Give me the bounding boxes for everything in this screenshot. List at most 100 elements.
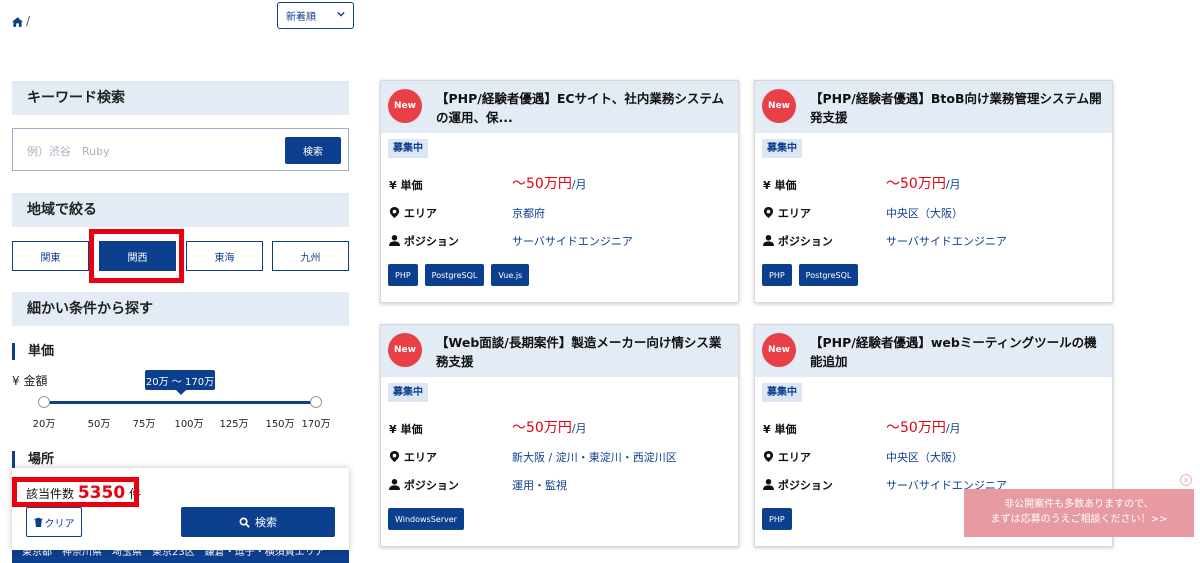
price-label-text: 単価 — [774, 179, 797, 192]
keyword-search-box: 例）渋谷 Ruby 検索 — [12, 128, 349, 171]
price-range-min-handle[interactable] — [38, 396, 50, 408]
job-card-header: New 【PHP/経験者優遇】webミーティングツールの機能追加 — [755, 325, 1112, 377]
map-pin-icon — [389, 207, 400, 218]
range-tick: 100万 — [174, 419, 204, 430]
status-badge: 募集中 — [388, 139, 428, 158]
range-tick: 75万 — [132, 419, 156, 430]
price-label: ¥ 単価 — [763, 421, 797, 437]
new-badge: New — [762, 333, 796, 367]
skill-tag[interactable]: PostgreSQL — [798, 264, 859, 286]
location-heading: 場所 — [12, 451, 54, 468]
range-tick: 50万 — [87, 419, 111, 430]
map-pin-icon — [389, 451, 400, 462]
skill-tag[interactable]: PHP — [762, 508, 792, 530]
job-price-unit: /月 — [571, 422, 587, 435]
price-label-text: 単価 — [400, 423, 423, 436]
promo-line2: まずは応募のうえご相談ください！>> — [990, 514, 1168, 525]
status-badge: 募集中 — [762, 139, 802, 158]
job-card-title[interactable]: 【PHP/経験者優遇】ECサイト、社内業務システムの運用、保... — [436, 89, 731, 127]
job-card-header: New 【PHP/経験者優遇】ECサイト、社内業務システムの運用、保... — [381, 81, 738, 133]
skill-tags: WindowsServer — [388, 508, 464, 530]
job-position: サーバサイドエンジニア — [512, 235, 633, 248]
area-label: エリア — [763, 449, 811, 465]
job-price-value: 〜50万円 — [886, 176, 946, 192]
skill-tags: PHP PostgreSQL Vue.js — [388, 264, 530, 286]
yen-icon: ¥ — [389, 179, 397, 192]
skill-tag[interactable]: Vue.js — [491, 264, 530, 286]
skill-tag[interactable]: PHP — [388, 264, 418, 286]
job-card[interactable]: New 【Web面談/長期案件】製造メーカー向け情シス業務支援 募集中 ¥ 単価… — [380, 324, 739, 547]
position-label: ポジション — [763, 477, 833, 493]
area-label: エリア — [763, 205, 811, 221]
area-label-text: エリア — [777, 451, 811, 464]
region-button-kanto[interactable]: 関東 — [12, 241, 89, 271]
skill-tags: PHP — [762, 508, 792, 530]
highlight-box-region — [89, 229, 184, 283]
skill-tag[interactable]: PostgreSQL — [424, 264, 485, 286]
job-area: 中央区（大阪） — [886, 451, 963, 464]
home-icon[interactable] — [12, 15, 23, 29]
prefecture-list[interactable]: 東京都 神奈川県 埼玉県 東京23区 鎌倉・逗子・横須賀エリア — [12, 548, 349, 563]
job-card-header: New 【Web面談/長期案件】製造メーカー向け情シス業務支援 — [381, 325, 738, 377]
clear-button[interactable]: クリア — [26, 507, 82, 537]
job-price-value: 〜50万円 — [512, 176, 572, 192]
user-icon — [389, 479, 400, 490]
job-price-unit: /月 — [945, 422, 961, 435]
job-price-value: 〜50万円 — [512, 420, 572, 436]
price-range-max-handle[interactable] — [310, 396, 322, 408]
position-label: ポジション — [389, 477, 459, 493]
skill-tag[interactable]: WindowsServer — [388, 508, 464, 530]
skill-tag[interactable]: PHP — [762, 264, 792, 286]
keyword-search-input[interactable]: 例）渋谷 Ruby — [27, 143, 110, 159]
user-icon — [763, 479, 774, 490]
search-button-label: 検索 — [255, 516, 277, 529]
map-pin-icon — [763, 451, 774, 462]
job-area: 中央区（大阪） — [886, 207, 963, 220]
price-label-text: 単価 — [774, 423, 797, 436]
range-tick: 170万 — [301, 419, 331, 430]
new-badge: New — [388, 333, 422, 367]
job-card-title[interactable]: 【PHP/経験者優遇】BtoB向け業務管理システム開発支援 — [810, 89, 1105, 127]
detail-filter-heading: 細かい条件から探す — [12, 292, 349, 326]
job-area: 京都府 — [512, 207, 545, 220]
job-position: 運用・監視 — [512, 479, 567, 492]
job-price: 〜50万円/月 — [512, 173, 587, 193]
range-tick: 150万 — [265, 419, 295, 430]
new-badge: New — [388, 89, 422, 123]
price-heading: 単価 — [12, 343, 54, 360]
range-tick: 125万 — [219, 419, 249, 430]
region-button-tokai[interactable]: 東海 — [186, 241, 263, 271]
job-price-unit: /月 — [945, 178, 961, 191]
range-tooltip: 20万 〜 170万 — [145, 370, 215, 395]
promo-banner[interactable]: 非公開案件も多数ありますので、 まずは応募のうえご相談ください！>> — [964, 489, 1194, 537]
status-badge: 募集中 — [388, 383, 428, 402]
search-button[interactable]: 検索 — [181, 507, 335, 537]
position-label-text: ポジション — [777, 479, 833, 492]
job-card-header: New 【PHP/経験者優遇】BtoB向け業務管理システム開発支援 — [755, 81, 1112, 133]
job-card-title[interactable]: 【Web面談/長期案件】製造メーカー向け情シス業務支援 — [436, 333, 731, 371]
amount-label: ¥ 金額 — [12, 374, 48, 388]
region-filter-heading: 地域で絞る — [12, 193, 349, 227]
map-pin-icon — [763, 207, 774, 218]
price-range-track[interactable] — [44, 401, 316, 404]
position-label-text: ポジション — [403, 479, 459, 492]
skill-tags: PHP PostgreSQL — [762, 264, 859, 286]
sort-select[interactable]: 新着順 — [277, 2, 354, 29]
position-label-text: ポジション — [403, 235, 459, 248]
price-label: ¥ 単価 — [763, 177, 797, 193]
new-badge: New — [762, 89, 796, 123]
keyword-search-button[interactable]: 検索 — [285, 137, 341, 164]
close-icon[interactable]: ✕ — [1180, 474, 1192, 486]
clear-button-label: クリア — [44, 518, 75, 530]
job-card-title[interactable]: 【PHP/経験者優遇】webミーティングツールの機能追加 — [810, 333, 1105, 371]
yen-icon: ¥ — [763, 179, 771, 192]
user-icon — [763, 235, 774, 246]
job-position: サーバサイドエンジニア — [886, 235, 1007, 248]
job-price: 〜50万円/月 — [886, 417, 961, 437]
status-badge: 募集中 — [762, 383, 802, 402]
position-label-text: ポジション — [777, 235, 833, 248]
breadcrumb-separator: / — [26, 14, 31, 28]
region-button-kyushu[interactable]: 九州 — [272, 241, 349, 271]
job-card[interactable]: New 【PHP/経験者優遇】BtoB向け業務管理システム開発支援 募集中 ¥ … — [754, 80, 1113, 303]
job-card[interactable]: New 【PHP/経験者優遇】ECサイト、社内業務システムの運用、保... 募集… — [380, 80, 739, 303]
